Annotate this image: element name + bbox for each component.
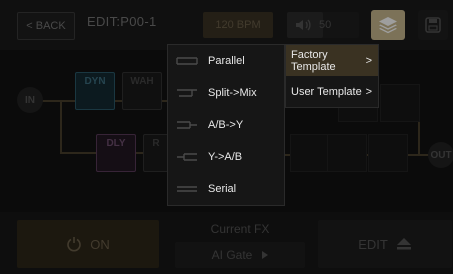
routing-item-label: Y->A/B xyxy=(208,151,243,163)
serial-route-icon xyxy=(177,186,197,192)
routing-item-label: A/B->Y xyxy=(208,119,244,131)
parallel-route-icon xyxy=(176,57,198,65)
routing-item-parallel[interactable]: Parallel xyxy=(168,45,284,77)
chevron-right-icon: > xyxy=(365,85,372,98)
routing-item-split-mix[interactable]: Split->Mix xyxy=(168,77,284,109)
factory-template-label: Factory Template xyxy=(291,48,336,73)
chevron-right-icon: > xyxy=(365,54,372,67)
routing-item-label: Parallel xyxy=(208,55,245,67)
routing-item-y-ab[interactable]: Y->A/B xyxy=(168,141,284,173)
routing-menu: Parallel Split->Mix A/B->Y Y->A/B Serial xyxy=(167,44,285,206)
routing-item-serial[interactable]: Serial xyxy=(168,173,284,205)
routing-item-ab-y[interactable]: A/B->Y xyxy=(168,109,284,141)
editor-screen: < BACK EDIT:P00-1 120 BPM 50 IN OUT DYN … xyxy=(0,0,453,274)
routing-item-label: Split->Mix xyxy=(208,87,257,99)
factory-template-item[interactable]: Factory Template > xyxy=(286,45,378,76)
template-menu: Factory Template > User Template > xyxy=(285,44,379,108)
user-template-item[interactable]: User Template > xyxy=(286,76,378,107)
y-ab-route-icon xyxy=(177,153,197,161)
user-template-label: User Template xyxy=(291,85,362,98)
routing-item-label: Serial xyxy=(208,183,237,195)
ab-y-route-icon xyxy=(177,121,197,129)
split-mix-route-icon xyxy=(177,89,197,97)
